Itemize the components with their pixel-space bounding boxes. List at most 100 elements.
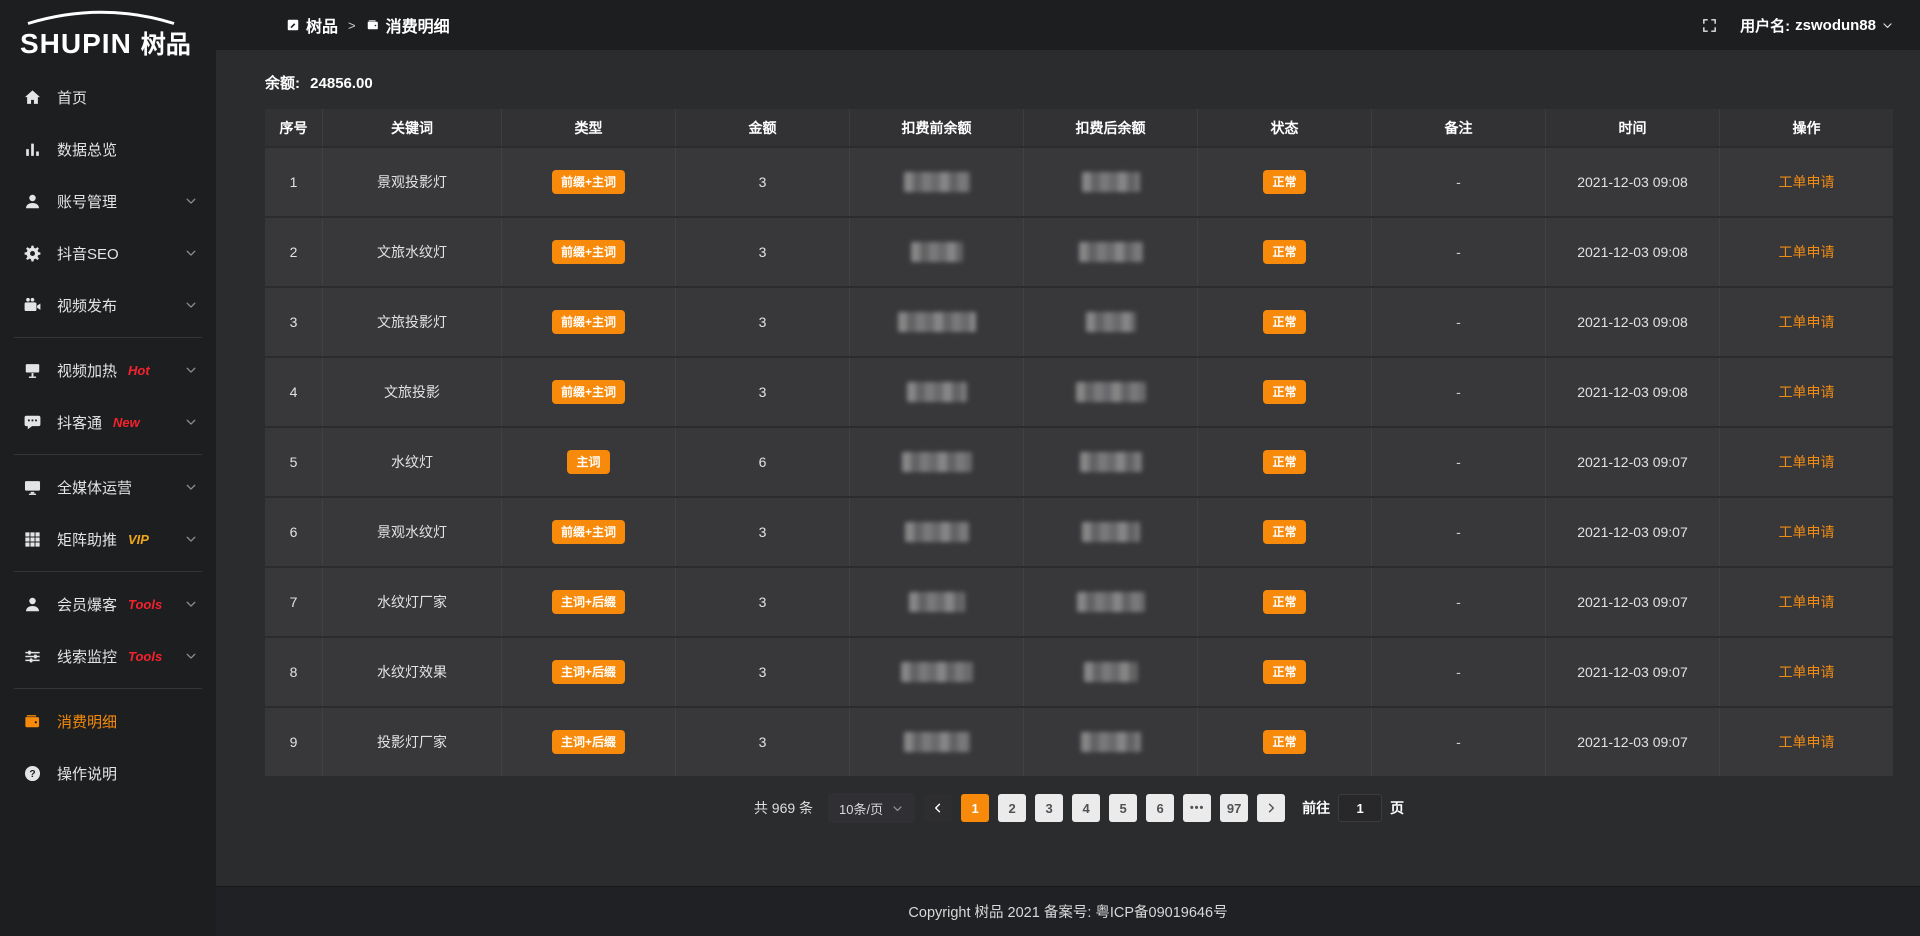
sidebar-item-tag: VIP xyxy=(128,532,149,547)
sidebar-item-数据总览[interactable]: 数据总览 xyxy=(0,123,216,175)
sidebar-item-抖客通[interactable]: 抖客通 New xyxy=(0,396,216,448)
page-button-3[interactable]: 3 xyxy=(1035,794,1063,822)
sidebar: SHUPIN 树品 首页 数据总览 账号管理 抖音SEO 视频发布 视频加热 H… xyxy=(0,0,216,936)
sidebar-item-消费明细[interactable]: 消费明细 xyxy=(0,695,216,747)
breadcrumb-item[interactable]: 消费明细 xyxy=(366,13,450,37)
page-button-4[interactable]: 4 xyxy=(1072,794,1100,822)
goto-page-input[interactable]: 1 xyxy=(1338,794,1382,822)
fullscreen-icon xyxy=(1701,17,1718,34)
cell-amount: 3 xyxy=(675,638,849,706)
page-button-5[interactable]: 5 xyxy=(1109,794,1137,822)
balance-value: 24856.00 xyxy=(310,75,373,92)
cell-time: 2021-12-03 09:08 xyxy=(1545,148,1719,216)
cell-action: 工单申请 xyxy=(1719,218,1893,286)
cell-keyword: 景观水纹灯 xyxy=(322,498,501,566)
sidebar-item-label: 全媒体运营 xyxy=(57,477,132,498)
work-order-link[interactable]: 工单申请 xyxy=(1779,662,1835,682)
sidebar-item-会员爆客[interactable]: 会员爆客 Tools xyxy=(0,578,216,630)
cell-balance-before xyxy=(849,638,1023,706)
sidebar-item-抖音SEO[interactable]: 抖音SEO xyxy=(0,227,216,279)
cell-type: 前缀+主词 xyxy=(501,218,675,286)
cell-type: 前缀+主词 xyxy=(501,148,675,216)
cell-type: 主词+后缀 xyxy=(501,708,675,776)
prev-page-button[interactable] xyxy=(924,794,952,822)
logo-arc xyxy=(22,10,180,25)
page-button-97[interactable]: 97 xyxy=(1220,794,1248,822)
type-badge: 前缀+主词 xyxy=(552,310,625,334)
sidebar-item-账号管理[interactable]: 账号管理 xyxy=(0,175,216,227)
cell-status: 正常 xyxy=(1197,148,1371,216)
table-row: 6 景观水纹灯 前缀+主词 3 正常 - 2021-12-03 09:07 工单… xyxy=(265,498,1893,566)
cell-type: 前缀+主词 xyxy=(501,288,675,356)
page-size-select[interactable]: 10条/页 xyxy=(828,793,915,823)
cell-balance-after xyxy=(1023,148,1197,216)
cell-amount: 3 xyxy=(675,288,849,356)
chevron-left-icon xyxy=(931,801,945,815)
table-row: 4 文旅投影 前缀+主词 3 正常 - 2021-12-03 09:08 工单申… xyxy=(265,358,1893,426)
cell-index: 3 xyxy=(265,288,322,356)
sidebar-item-视频加热[interactable]: 视频加热 Hot xyxy=(0,344,216,396)
cell-balance-after xyxy=(1023,498,1197,566)
cell-balance-after xyxy=(1023,638,1197,706)
sidebar-item-全媒体运营[interactable]: 全媒体运营 xyxy=(0,461,216,513)
page-button-1[interactable]: 1 xyxy=(961,794,989,822)
user-menu[interactable]: 用户名: zswodun88 xyxy=(1740,15,1894,36)
wallet-icon xyxy=(23,712,42,731)
status-badge: 正常 xyxy=(1263,310,1305,334)
work-order-link[interactable]: 工单申请 xyxy=(1779,312,1835,332)
svg-text:?: ? xyxy=(29,769,35,780)
sidebar-item-label: 会员爆客 xyxy=(57,594,117,615)
type-badge: 前缀+主词 xyxy=(552,240,625,264)
chevron-down-icon xyxy=(184,298,198,312)
page-button-•••[interactable]: ••• xyxy=(1183,794,1211,822)
table-header-row: 序号关键词类型金额扣费前余额扣费后余额状态备注时间操作 xyxy=(265,109,1893,146)
sidebar-item-矩阵助推[interactable]: 矩阵助推 VIP xyxy=(0,513,216,565)
fullscreen-button[interactable] xyxy=(1701,17,1718,34)
sidebar-item-label: 抖音SEO xyxy=(57,243,119,264)
balance: 余额: 24856.00 xyxy=(265,72,1893,93)
masked-value xyxy=(911,242,963,262)
masked-value xyxy=(1076,382,1146,402)
column-header-状态: 状态 xyxy=(1197,109,1371,146)
page-button-6[interactable]: 6 xyxy=(1146,794,1174,822)
work-order-link[interactable]: 工单申请 xyxy=(1779,592,1835,612)
chevron-down-icon xyxy=(184,649,198,663)
cell-time: 2021-12-03 09:07 xyxy=(1545,638,1719,706)
sidebar-item-tag: Tools xyxy=(128,649,162,664)
column-header-操作: 操作 xyxy=(1719,109,1893,146)
breadcrumb-item[interactable]: 树品 xyxy=(286,13,338,37)
chevron-down-icon xyxy=(1881,19,1894,32)
sidebar-item-线索监控[interactable]: 线索监控 Tools xyxy=(0,630,216,682)
status-badge: 正常 xyxy=(1263,520,1305,544)
page-button-2[interactable]: 2 xyxy=(998,794,1026,822)
sidebar-divider xyxy=(14,688,202,689)
sidebar-item-首页[interactable]: 首页 xyxy=(0,71,216,123)
cell-balance-before xyxy=(849,708,1023,776)
chevron-down-icon xyxy=(184,194,198,208)
masked-value xyxy=(1086,312,1136,332)
cell-time: 2021-12-03 09:08 xyxy=(1545,288,1719,356)
table-body: 1 景观投影灯 前缀+主词 3 正常 - 2021-12-03 09:08 工单… xyxy=(265,148,1893,776)
cell-type: 前缀+主词 xyxy=(501,358,675,426)
goto-suffix: 页 xyxy=(1390,798,1404,818)
monitor-icon xyxy=(23,478,42,497)
pagination: 共 969 条 10条/页 123456•••97 前往 1 页 xyxy=(265,793,1893,823)
chevron-down-icon xyxy=(184,298,198,312)
masked-value xyxy=(907,382,967,402)
work-order-link[interactable]: 工单申请 xyxy=(1779,452,1835,472)
work-order-link[interactable]: 工单申请 xyxy=(1779,172,1835,192)
work-order-link[interactable]: 工单申请 xyxy=(1779,732,1835,752)
work-order-link[interactable]: 工单申请 xyxy=(1779,522,1835,542)
sidebar-item-操作说明[interactable]: ? 操作说明 xyxy=(0,747,216,799)
status-badge: 正常 xyxy=(1263,450,1305,474)
next-page-button[interactable] xyxy=(1257,794,1285,822)
status-badge: 正常 xyxy=(1263,380,1305,404)
column-header-关键词: 关键词 xyxy=(322,109,501,146)
type-badge: 前缀+主词 xyxy=(552,170,625,194)
status-badge: 正常 xyxy=(1263,660,1305,684)
sidebar-item-视频发布[interactable]: 视频发布 xyxy=(0,279,216,331)
column-header-金额: 金额 xyxy=(675,109,849,146)
cell-time: 2021-12-03 09:07 xyxy=(1545,428,1719,496)
work-order-link[interactable]: 工单申请 xyxy=(1779,242,1835,262)
work-order-link[interactable]: 工单申请 xyxy=(1779,382,1835,402)
